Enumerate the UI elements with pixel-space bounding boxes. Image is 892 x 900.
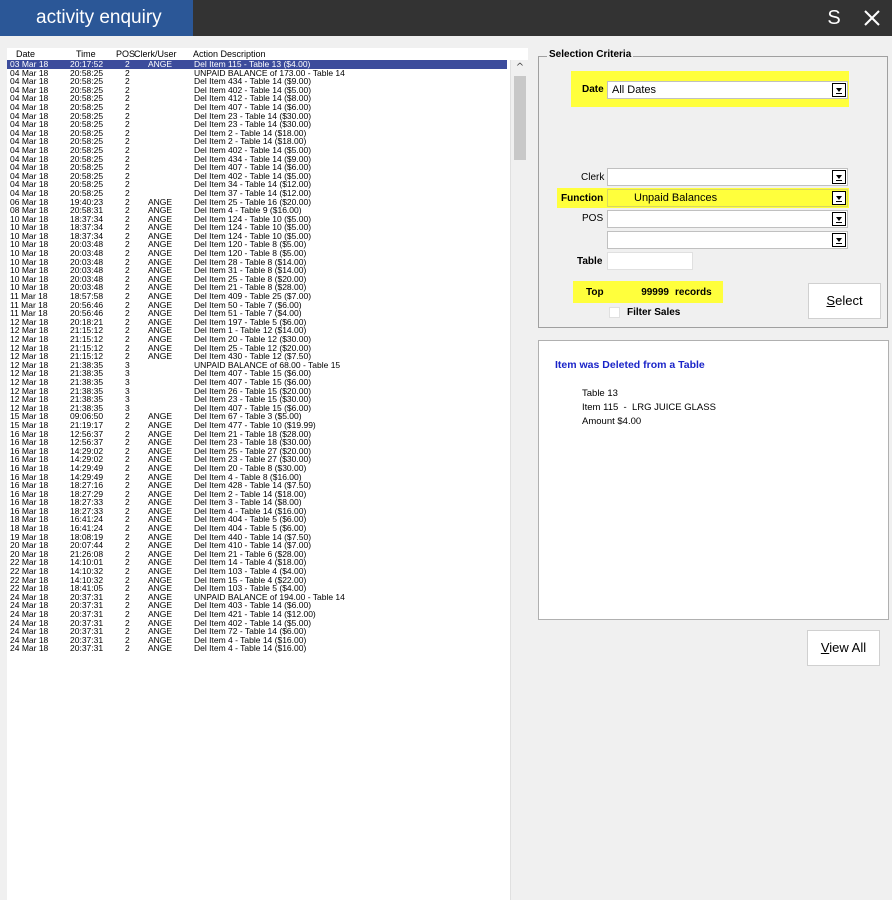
- date-label: Date: [582, 84, 604, 95]
- activity-list[interactable]: Date Time POS Clerk/User Action Descript…: [7, 48, 528, 900]
- pos-secondary-dropdown[interactable]: [607, 231, 848, 249]
- select-button[interactable]: Select: [808, 283, 881, 319]
- row-description: Del Item 4 - Table 14 ($16.00): [194, 643, 307, 654]
- detail-title: Item was Deleted from a Table: [555, 359, 705, 371]
- row-time: 20:37:31: [70, 643, 104, 654]
- top-label: Top: [586, 287, 604, 298]
- header-description: Action Description: [193, 49, 266, 59]
- clerk-dropdown[interactable]: [607, 168, 848, 186]
- chevron-down-icon: [836, 88, 842, 92]
- row-clerk: ANGE: [148, 59, 173, 69]
- date-dropdown-button[interactable]: [832, 83, 846, 97]
- top-records-input[interactable]: 99999: [627, 287, 669, 298]
- clerk-label: Clerk: [581, 172, 605, 183]
- detail-panel: Item was Deleted from a Table Table 13 I…: [538, 340, 889, 620]
- list-rows: 03 Mar 18 20:17:52 2 ANGE Del Item 115 - Tab…: [7, 60, 507, 653]
- selection-criteria: Selection Criteria Date All Dates Clerk …: [538, 49, 888, 328]
- row-clerk: ANGE: [148, 643, 173, 654]
- records-label: records: [675, 287, 712, 298]
- filter-sales-label: Filter Sales: [627, 307, 681, 318]
- chevron-down-icon: [836, 217, 842, 221]
- pos-label: POS: [582, 213, 604, 224]
- filter-sales-checkbox[interactable]: [609, 307, 620, 318]
- scroll-thumb[interactable]: [514, 76, 526, 160]
- header-clerk: Clerk/User: [134, 49, 177, 59]
- close-icon: [864, 10, 880, 26]
- function-dropdown[interactable]: Unpaid Balances: [607, 189, 848, 207]
- date-value: All Dates: [612, 84, 657, 96]
- close-button[interactable]: [858, 0, 886, 36]
- function-value: Unpaid Balances: [634, 192, 718, 204]
- s-button[interactable]: S: [820, 0, 848, 36]
- row-pos: 2: [125, 643, 130, 654]
- select-button-key: S: [826, 293, 836, 308]
- window-title: activity enquiry: [0, 0, 193, 36]
- date-dropdown[interactable]: All Dates: [607, 81, 848, 99]
- function-dropdown-button[interactable]: [832, 191, 846, 205]
- detail-item: Item 115 - LRG JUICE GLASS: [582, 402, 716, 413]
- detail-table: Table 13: [582, 388, 618, 399]
- clerk-dropdown-button[interactable]: [832, 170, 846, 184]
- row-date: 24 Mar 18: [10, 643, 49, 654]
- chevron-down-icon: [836, 238, 842, 242]
- table-input[interactable]: [607, 252, 693, 270]
- list-scrollbar[interactable]: ^: [510, 60, 528, 900]
- header-pos: POS: [116, 49, 136, 59]
- criteria-legend: Selection Criteria: [547, 49, 634, 60]
- title-bar: activity enquiry S: [0, 0, 892, 36]
- detail-amount: Amount $4.00: [582, 416, 642, 427]
- chevron-down-icon: [836, 175, 842, 179]
- header-time: Time: [76, 49, 96, 59]
- function-label: Function: [561, 193, 604, 204]
- pos-secondary-dropdown-button[interactable]: [832, 233, 846, 247]
- header-date: Date: [16, 49, 36, 59]
- chevron-down-icon: [836, 196, 842, 200]
- activity-list-panel: Date Time POS Clerk/User Action Descript…: [0, 36, 528, 900]
- table-label: Table: [577, 256, 603, 267]
- table-row[interactable]: 24 Mar 18 20:37:31 2 ANGE Del Item 4 - Table…: [7, 644, 507, 653]
- view-all-button[interactable]: View All: [807, 630, 880, 666]
- pos-dropdown[interactable]: [607, 210, 848, 228]
- select-button-label: elect: [835, 293, 863, 308]
- view-all-label: iew All: [829, 640, 867, 655]
- scroll-up-icon[interactable]: ^: [511, 60, 528, 76]
- row-clerk: ANGE: [148, 351, 173, 362]
- pos-dropdown-button[interactable]: [832, 212, 846, 226]
